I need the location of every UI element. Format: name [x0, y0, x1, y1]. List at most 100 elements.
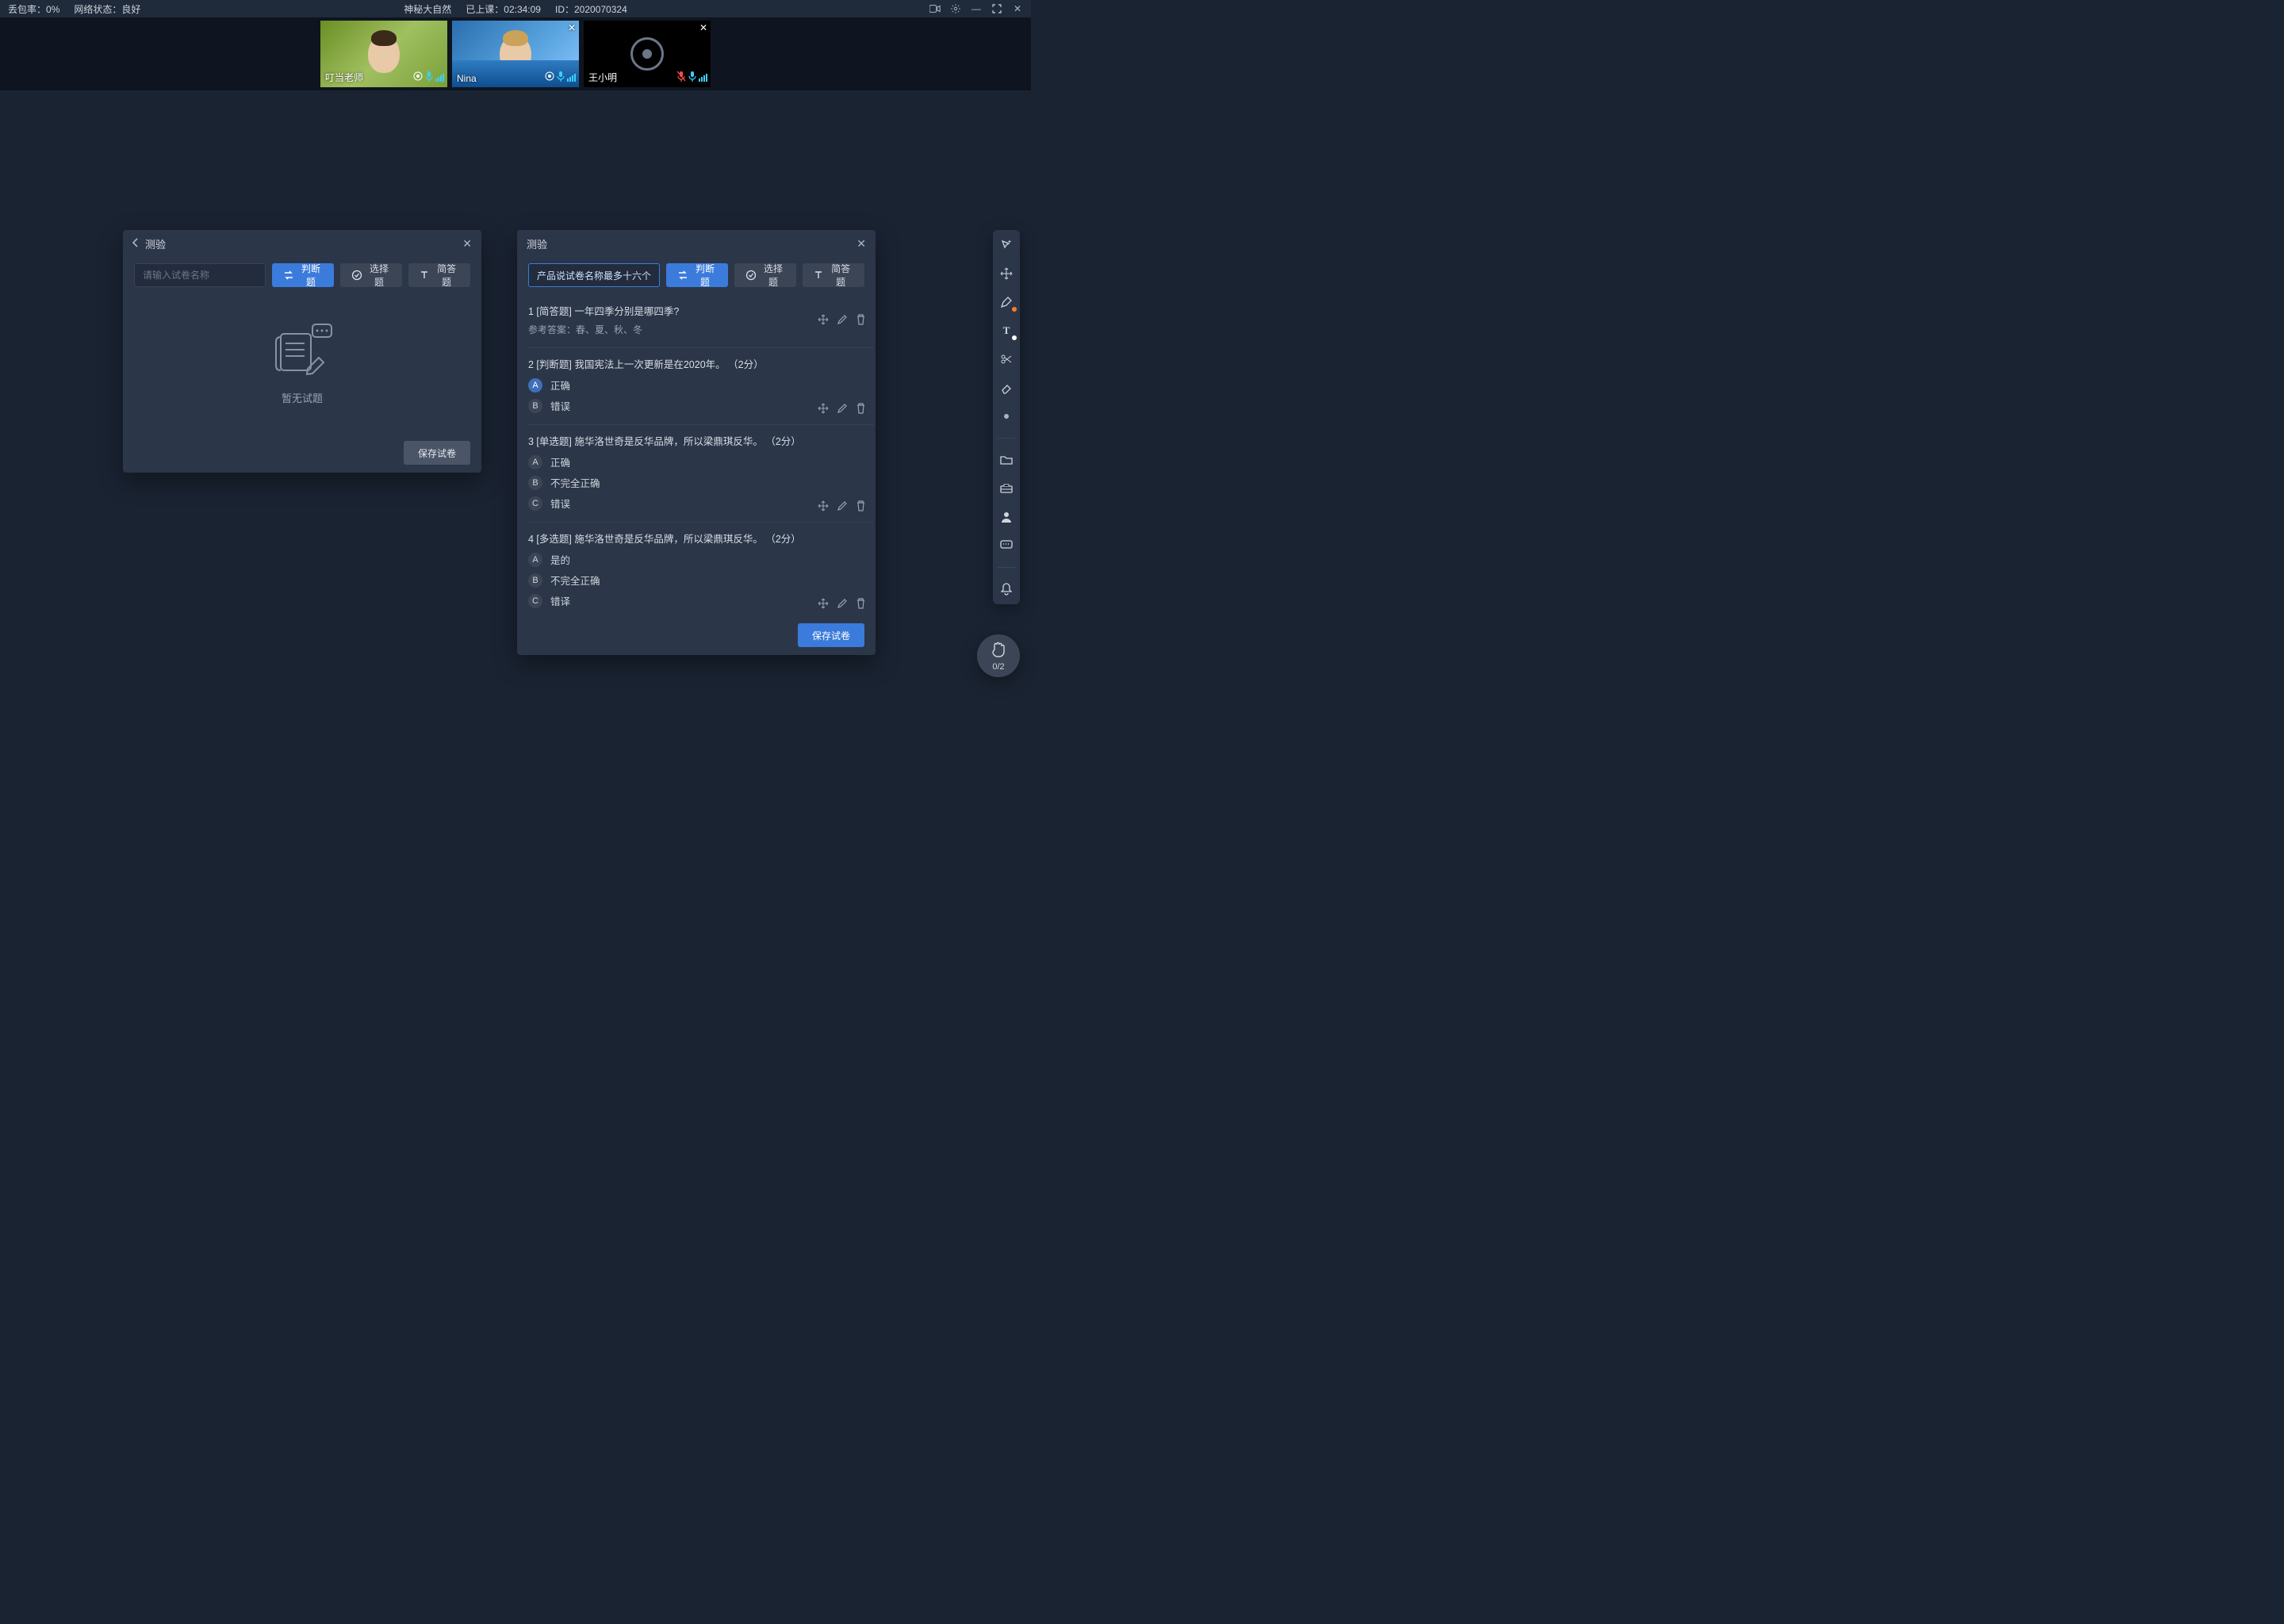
quiz-name-input[interactable]	[134, 263, 266, 287]
tile-close-icon[interactable]: ✕	[699, 22, 707, 33]
edit-icon[interactable]	[837, 403, 848, 416]
empty-illustration-icon	[266, 323, 338, 381]
question-list[interactable]: 1 [简答题] 一年四季分别是哪四季?参考答案：春、夏、秋、冬 2 [判断题] …	[517, 295, 876, 615]
fullscreen-icon[interactable]	[991, 3, 1002, 14]
question-title: 2 [判断题] 我国宪法上一次更新是在2020年。 （2分）	[528, 356, 874, 371]
swap-icon	[677, 270, 688, 281]
quiz-name-input[interactable]	[528, 263, 660, 287]
question-actions	[818, 403, 866, 416]
option-letter: B	[528, 399, 542, 413]
question-item: 3 [单选题] 施华洛世奇是反华品牌，所以梁鼎琪反华。 （2分） A 正确 B …	[528, 425, 874, 523]
signal-icon	[699, 74, 707, 82]
move-icon[interactable]	[818, 500, 829, 514]
option-label: 错误	[550, 496, 570, 511]
option-letter: B	[528, 573, 542, 588]
network-status: 网络状态：良好	[74, 2, 140, 16]
delete-icon[interactable]	[856, 500, 866, 514]
delete-icon[interactable]	[856, 598, 866, 611]
text-tool-icon[interactable]: T	[998, 322, 1015, 339]
target-icon	[413, 71, 423, 83]
empty-state: 暂无试题	[123, 295, 481, 432]
pen-icon[interactable]	[998, 293, 1015, 311]
participant-name: 王小明	[588, 71, 617, 84]
option-letter: A	[528, 378, 542, 393]
separator	[998, 438, 1015, 439]
edit-icon[interactable]	[837, 314, 848, 327]
delete-icon[interactable]	[856, 403, 866, 416]
camera-off-icon	[630, 37, 664, 71]
move-icon[interactable]	[818, 314, 829, 327]
text-icon	[814, 270, 823, 281]
minimize-icon[interactable]: —	[971, 3, 982, 14]
video-tile[interactable]: 叮当老师	[320, 21, 447, 87]
quiz-panel-empty: 测验 ✕ 判断题 选择题 简答题	[123, 230, 481, 473]
panel-title: 测验	[527, 236, 547, 251]
mic-icon	[557, 71, 565, 84]
question-option[interactable]: B 不完全正确	[528, 475, 874, 490]
video-tile-row: 叮当老师 Nina✕ 王小明 ✕	[0, 17, 1031, 90]
check-circle-icon	[745, 270, 757, 281]
bell-icon[interactable]	[998, 580, 1015, 598]
video-tile[interactable]: Nina✕	[452, 21, 579, 87]
option-label: 不完全正确	[550, 573, 600, 588]
separator	[998, 567, 1015, 568]
question-option[interactable]: A 正确	[528, 377, 874, 393]
settings-gear-icon[interactable]	[950, 3, 961, 14]
option-label: 不完全正确	[550, 475, 600, 490]
delete-icon[interactable]	[856, 314, 866, 327]
question-item: 1 [简答题] 一年四季分别是哪四季?参考答案：春、夏、秋、冬	[528, 295, 874, 348]
option-letter: C	[528, 496, 542, 511]
question-item: 4 [多选题] 施华洛世奇是反华品牌，所以梁鼎琪反华。 （2分） A 是的 B …	[528, 523, 874, 615]
user-icon[interactable]	[998, 508, 1015, 526]
scissors-icon[interactable]	[998, 350, 1015, 368]
question-type-short-button[interactable]: 简答题	[803, 263, 864, 287]
question-type-choice-button[interactable]: 选择题	[340, 263, 402, 287]
back-chevron-icon[interactable]	[132, 238, 139, 250]
close-icon[interactable]: ✕	[462, 237, 472, 251]
quiz-panel-editor: 测验 ✕ 判断题 选择题 简答题 1 [简答题] 一年四季分别是哪四季?参考答案…	[517, 230, 876, 655]
move-icon[interactable]	[818, 598, 829, 611]
question-actions	[818, 598, 866, 611]
question-type-tf-button[interactable]: 判断题	[272, 263, 334, 287]
option-label: 正确	[550, 377, 570, 393]
save-quiz-button[interactable]: 保存试卷	[798, 623, 864, 647]
toolbox-icon[interactable]	[998, 480, 1015, 497]
question-option[interactable]: A 正确	[528, 454, 874, 469]
edit-icon[interactable]	[837, 500, 848, 514]
question-type-tf-button[interactable]: 判断题	[666, 263, 728, 287]
check-circle-icon	[351, 270, 362, 281]
question-type-choice-button[interactable]: 选择题	[734, 263, 796, 287]
move-icon[interactable]	[998, 265, 1015, 282]
camera-toggle-icon[interactable]	[929, 3, 941, 14]
signal-icon	[435, 74, 444, 82]
option-letter: C	[528, 594, 542, 608]
cursor-sparkle-icon[interactable]	[998, 236, 1015, 254]
close-icon[interactable]: ✕	[856, 237, 866, 251]
folder-icon[interactable]	[998, 451, 1015, 469]
close-window-icon[interactable]: ✕	[1012, 3, 1023, 14]
eraser-icon[interactable]	[998, 379, 1015, 396]
main-canvas: 测验 ✕ 判断题 选择题 简答题	[0, 90, 1031, 733]
top-status-bar: 丢包率：0% 网络状态：良好 神秘大自然 已上课：02:34:09 ID：202…	[0, 0, 1031, 17]
participant-name: 叮当老师	[325, 71, 363, 84]
hand-raise-button[interactable]: 0/2	[977, 634, 1020, 677]
question-option[interactable]: A 是的	[528, 552, 874, 567]
question-title: 4 [多选题] 施华洛世奇是反华品牌，所以梁鼎琪反华。 （2分）	[528, 530, 874, 546]
question-title: 3 [单选题] 施华洛世奇是反华品牌，所以梁鼎琪反华。 （2分）	[528, 433, 874, 448]
question-type-short-button[interactable]: 简答题	[408, 263, 470, 287]
save-quiz-button[interactable]: 保存试卷	[404, 441, 470, 465]
video-tile[interactable]: 王小明 ✕	[584, 21, 711, 87]
signal-icon	[567, 74, 576, 82]
packet-loss: 丢包率：0%	[8, 2, 59, 16]
target-icon	[545, 71, 554, 83]
session-id: ID：2020070324	[555, 2, 627, 16]
edit-icon[interactable]	[837, 598, 848, 611]
question-option[interactable]: B 不完全正确	[528, 573, 874, 588]
chat-icon[interactable]	[998, 537, 1015, 554]
question-actions	[818, 314, 866, 327]
question-item: 2 [判断题] 我国宪法上一次更新是在2020年。 （2分） A 正确 B 错误	[528, 348, 874, 425]
laser-dot-icon[interactable]	[998, 408, 1015, 425]
tool-sidebar: T	[993, 230, 1020, 604]
tile-close-icon[interactable]: ✕	[568, 22, 576, 33]
move-icon[interactable]	[818, 403, 829, 416]
